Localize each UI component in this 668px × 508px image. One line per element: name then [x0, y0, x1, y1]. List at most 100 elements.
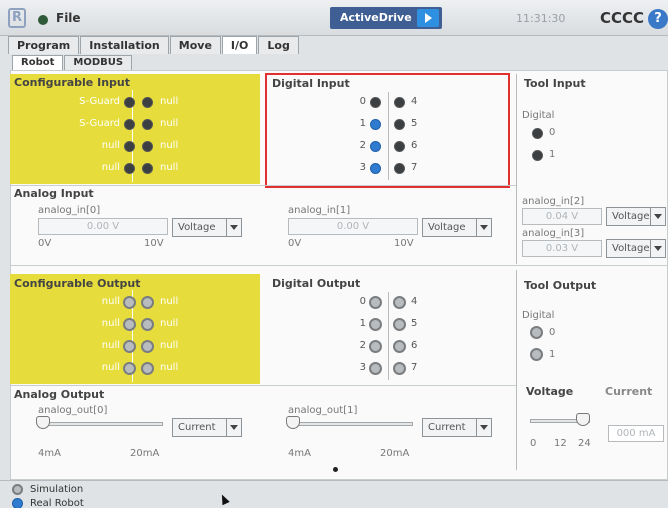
- output-toggle-icon[interactable]: [123, 340, 136, 353]
- config-output-left-label: null: [101, 362, 120, 373]
- tab-move[interactable]: Move: [169, 36, 221, 54]
- output-toggle-icon[interactable]: [393, 296, 406, 309]
- output-toggle-icon[interactable]: [369, 296, 382, 309]
- active-drive-button[interactable]: ActiveDrive: [330, 7, 442, 29]
- config-input-left-label: null: [101, 140, 120, 151]
- config-output-left-label: null: [101, 318, 120, 329]
- robot-name: CCCC: [600, 9, 645, 27]
- digital-output-row: 1 5: [270, 316, 500, 338]
- tab-installation[interactable]: Installation: [80, 36, 169, 54]
- config-output-right-label: null: [160, 340, 179, 351]
- subtab-robot[interactable]: Robot: [12, 55, 64, 70]
- configurable-output-row: null null: [10, 360, 260, 382]
- analog-in-0-mode-select[interactable]: Voltage: [172, 218, 242, 237]
- analog-in-2-mode-select[interactable]: Voltage: [606, 207, 666, 226]
- tool-output-toggle-icon[interactable]: [530, 326, 543, 339]
- analog-out-1-mode-select[interactable]: Current: [422, 418, 492, 437]
- file-menu[interactable]: File: [56, 11, 81, 25]
- input-led-icon: [124, 141, 135, 152]
- output-toggle-icon[interactable]: [369, 340, 382, 353]
- output-toggle-icon[interactable]: [393, 340, 406, 353]
- tool-input-led-icon: [532, 128, 543, 139]
- input-led-icon: [124, 97, 135, 108]
- digital-output-index: 6: [411, 340, 418, 351]
- divider: [10, 265, 668, 266]
- analog-out-0-min: 4mA: [38, 448, 61, 459]
- analog-out-0-mode-select[interactable]: Current: [172, 418, 242, 437]
- analog-in-2-label: analog_in[2]: [522, 196, 585, 207]
- chevron-down-icon[interactable]: [650, 240, 665, 257]
- config-input-left-label: null: [101, 162, 120, 173]
- divider: [516, 74, 517, 264]
- voltage-label: Voltage: [526, 385, 574, 398]
- digital-output-index: 0: [359, 296, 366, 307]
- analog-in-1-max: 10V: [394, 238, 414, 249]
- divider: [10, 185, 516, 186]
- real-robot-radio-icon[interactable]: [12, 498, 23, 508]
- tool-output-digital-label: Digital: [522, 310, 555, 321]
- tool-input-index: 0: [549, 127, 556, 138]
- digital-output-index: 7: [411, 362, 418, 373]
- simulation-label[interactable]: Simulation: [30, 484, 83, 495]
- tool-output-index: 1: [549, 349, 556, 360]
- analog-in-3-mode-select[interactable]: Voltage: [606, 239, 666, 258]
- sub-tabs: Robot MODBUS: [12, 55, 133, 70]
- analog-in-1-value: 0.00 V: [288, 218, 418, 235]
- output-toggle-icon[interactable]: [141, 296, 154, 309]
- input-led-icon: [124, 163, 135, 174]
- output-toggle-icon[interactable]: [393, 362, 406, 375]
- select-value: Voltage: [612, 211, 650, 222]
- chevron-down-icon[interactable]: [476, 219, 491, 236]
- analog-out-1-max: 20mA: [380, 448, 410, 459]
- configurable-output-row: null null: [10, 338, 260, 360]
- output-toggle-icon[interactable]: [123, 362, 136, 375]
- config-output-right-label: null: [160, 362, 179, 373]
- active-drive-label: ActiveDrive: [340, 11, 412, 24]
- real-robot-label[interactable]: Real Robot: [30, 498, 84, 508]
- digital-output-index: 4: [411, 296, 418, 307]
- highlight-box: [265, 73, 510, 188]
- chevron-down-icon[interactable]: [476, 419, 491, 436]
- output-toggle-icon[interactable]: [141, 318, 154, 331]
- analog-in-0-value: 0.00 V: [38, 218, 168, 235]
- analog-out-0-max: 20mA: [130, 448, 160, 459]
- input-led-icon: [124, 119, 135, 130]
- select-value: Voltage: [178, 222, 216, 233]
- analog-in-1-mode-select[interactable]: Voltage: [422, 218, 492, 237]
- chevron-down-icon[interactable]: [226, 419, 241, 436]
- output-toggle-icon[interactable]: [123, 296, 136, 309]
- digital-output-row: 3 7: [270, 360, 500, 382]
- logo-icon[interactable]: R: [8, 8, 26, 28]
- digital-output-row: 0 4: [270, 294, 500, 316]
- tab-log[interactable]: Log: [258, 36, 299, 54]
- chevron-down-icon[interactable]: [226, 219, 241, 236]
- configurable-input-row: null null: [10, 160, 260, 182]
- tool-output-index: 0: [549, 327, 556, 338]
- subtab-modbus[interactable]: MODBUS: [64, 55, 133, 70]
- config-output-right-label: null: [160, 318, 179, 329]
- analog-out-1-min: 4mA: [288, 448, 311, 459]
- output-toggle-icon[interactable]: [141, 340, 154, 353]
- output-toggle-icon[interactable]: [393, 318, 406, 331]
- analog-out-1-slider[interactable]: [288, 422, 413, 426]
- configurable-output-row: null null: [10, 294, 260, 316]
- play-icon[interactable]: [417, 9, 439, 27]
- page-indicator: [333, 467, 338, 472]
- simulation-radio-icon[interactable]: [12, 484, 23, 495]
- config-input-right-label: null: [160, 140, 179, 151]
- analog-out-0-slider[interactable]: [38, 422, 163, 426]
- help-icon[interactable]: ?: [648, 9, 668, 29]
- configurable-input-row: null null: [10, 138, 260, 160]
- tool-input-index: 1: [549, 149, 556, 160]
- tab-program[interactable]: Program: [8, 36, 80, 54]
- output-toggle-icon[interactable]: [123, 318, 136, 331]
- tab-io[interactable]: I/O: [221, 36, 258, 54]
- chevron-down-icon[interactable]: [650, 208, 665, 225]
- select-value: Voltage: [428, 222, 466, 233]
- output-toggle-icon[interactable]: [369, 318, 382, 331]
- digital-output-index: 2: [359, 340, 366, 351]
- output-toggle-icon[interactable]: [369, 362, 382, 375]
- select-value: Current: [428, 422, 466, 433]
- tool-output-toggle-icon[interactable]: [530, 348, 543, 361]
- output-toggle-icon[interactable]: [141, 362, 154, 375]
